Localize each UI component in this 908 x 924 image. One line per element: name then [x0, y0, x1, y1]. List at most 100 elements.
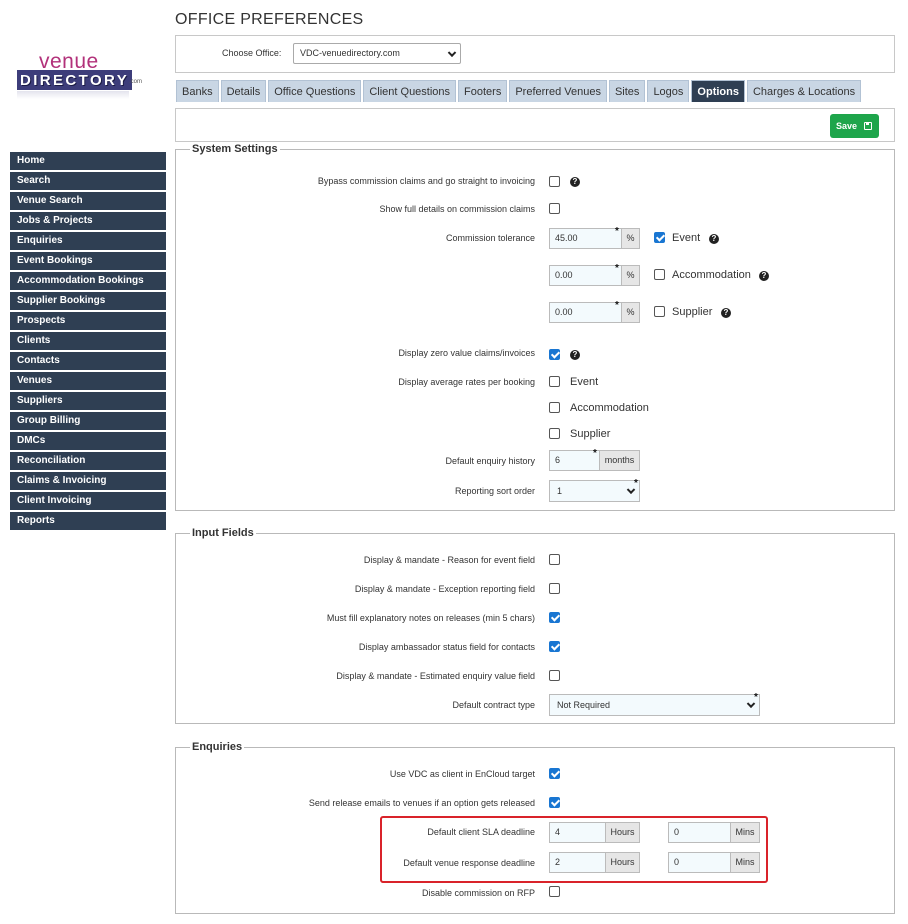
full-details-label: Show full details on commission claims — [379, 204, 535, 214]
sidebar-item-home[interactable]: Home — [10, 152, 166, 170]
sidebar-item-reports[interactable]: Reports — [10, 512, 166, 530]
supplier-tolerance-checkbox[interactable] — [654, 306, 665, 317]
tab-logos[interactable]: Logos — [647, 80, 690, 102]
event-tolerance-checkbox[interactable] — [654, 232, 665, 243]
disable-commission-rfp-label: Disable commission on RFP — [421, 888, 535, 898]
settings-tabs: Banks Details Office Questions Client Quest… — [176, 80, 863, 102]
estimated-enquiry-value-checkbox[interactable] — [549, 670, 560, 681]
release-emails-label: Send release emails to venues if an opti… — [308, 798, 535, 808]
event-tolerance-input[interactable]: 45.00 — [549, 228, 622, 249]
avg-rates-supplier-checkbox[interactable] — [549, 428, 560, 439]
avg-rates-accommodation-checkbox[interactable] — [549, 402, 560, 413]
exception-reporting-label: Display & mandate - Exception reporting … — [354, 584, 535, 594]
percent-addon: % — [621, 228, 640, 249]
sidebar-item-supplier-bookings[interactable]: Supplier Bookings — [10, 292, 166, 310]
chevron-down-icon — [447, 48, 457, 57]
required-star: * — [615, 226, 619, 237]
sidebar-item-accommodation-bookings[interactable]: Accommodation Bookings — [10, 272, 166, 290]
input-fields-section: Input Fields — [175, 527, 895, 724]
help-icon[interactable]: ? — [570, 177, 580, 187]
required-star: * — [754, 692, 758, 703]
event-tolerance-name: Event — [672, 232, 701, 244]
months-addon: months — [599, 450, 640, 471]
sidebar-item-enquiries[interactable]: Enquiries — [10, 232, 166, 250]
explanatory-notes-checkbox[interactable] — [549, 612, 560, 623]
full-details-checkbox[interactable] — [549, 203, 560, 214]
help-icon[interactable]: ? — [570, 350, 580, 360]
logo-directory-text: DIRECTORY — [17, 70, 133, 90]
sidebar-item-clients[interactable]: Clients — [10, 332, 166, 350]
zero-value-claims-checkbox[interactable] — [549, 349, 560, 360]
save-button-label: Save — [836, 121, 858, 131]
office-select-value: VDC-venuedirectory.com — [300, 48, 400, 58]
sidebar-item-group-billing[interactable]: Group Billing — [10, 412, 166, 430]
help-icon[interactable]: ? — [709, 234, 719, 244]
vdc-client-checkbox[interactable] — [549, 768, 560, 779]
sidebar-item-jobs-projects[interactable]: Jobs & Projects — [10, 212, 166, 230]
tab-options[interactable]: Options — [691, 80, 745, 102]
sidebar-nav: Home Search Venue Search Jobs & Projects Enq… — [10, 152, 166, 532]
sidebar-item-prospects[interactable]: Prospects — [10, 312, 166, 330]
required-star: * — [593, 448, 597, 459]
venue-directory-logo: venue DIRECTORY .com — [17, 50, 147, 106]
disable-commission-rfp-checkbox[interactable] — [549, 886, 560, 897]
enquiry-history-label: Default enquiry history — [445, 456, 535, 466]
release-emails-checkbox[interactable] — [549, 797, 560, 808]
save-button[interactable]: Save — [830, 114, 879, 138]
accommodation-tolerance-checkbox[interactable] — [654, 269, 665, 280]
tab-banks[interactable]: Banks — [176, 80, 219, 102]
reason-for-event-checkbox[interactable] — [549, 554, 560, 565]
tab-client-questions[interactable]: Client Questions — [363, 80, 457, 102]
tab-office-questions[interactable]: Office Questions — [268, 80, 362, 102]
vdc-client-label: Use VDC as client in EnCloud target — [389, 769, 535, 779]
sidebar-item-reconciliation[interactable]: Reconciliation — [10, 452, 166, 470]
supplier-tolerance-name: Supplier — [672, 306, 713, 318]
input-fields-legend: Input Fields — [192, 527, 254, 539]
required-star: * — [634, 478, 638, 489]
help-icon[interactable]: ? — [759, 271, 769, 281]
default-contract-type-label: Default contract type — [452, 700, 535, 710]
explanatory-notes-label: Must fill explanatory notes on releases … — [326, 613, 535, 623]
required-star: * — [615, 300, 619, 311]
tab-charges-locations[interactable]: Charges & Locations — [746, 80, 862, 102]
sidebar-item-claims-invoicing[interactable]: Claims & Invoicing — [10, 472, 166, 490]
sidebar-item-client-invoicing[interactable]: Client Invoicing — [10, 492, 166, 510]
page-title: OFFICE PREFERENCES — [175, 11, 364, 28]
sidebar-item-venues[interactable]: Venues — [10, 372, 166, 390]
tab-details[interactable]: Details — [220, 80, 267, 102]
help-icon[interactable]: ? — [721, 308, 731, 318]
avg-rates-supplier-label: Supplier — [570, 428, 611, 440]
avg-rates-event-checkbox[interactable] — [549, 376, 560, 387]
accommodation-tolerance-input[interactable]: 0.00 — [549, 265, 622, 286]
percent-addon: % — [621, 302, 640, 323]
sidebar-item-search[interactable]: Search — [10, 172, 166, 190]
bypass-commission-checkbox[interactable] — [549, 176, 560, 187]
enquiries-legend: Enquiries — [192, 741, 243, 753]
sidebar-item-venue-search[interactable]: Venue Search — [10, 192, 166, 210]
percent-addon: % — [621, 265, 640, 286]
commission-tolerance-label: Commission tolerance — [445, 233, 535, 243]
reporting-sort-order-select[interactable]: 1 — [549, 480, 640, 502]
reporting-sort-order-label: Reporting sort order — [454, 486, 535, 496]
reason-for-event-label: Display & mandate - Reason for event fie… — [363, 555, 535, 565]
tab-footers[interactable]: Footers — [458, 80, 508, 102]
office-select[interactable]: VDC-venuedirectory.com — [293, 43, 461, 64]
tab-sites[interactable]: Sites — [608, 80, 646, 102]
zero-value-claims-label: Display zero value claims/invoices — [398, 348, 535, 358]
sidebar-item-suppliers[interactable]: Suppliers — [10, 392, 166, 410]
sidebar-item-event-bookings[interactable]: Event Bookings — [10, 252, 166, 270]
required-star: * — [615, 263, 619, 274]
tab-preferred-venues[interactable]: Preferred Venues — [509, 80, 607, 102]
sort-order-value: 1 — [557, 486, 563, 496]
exception-reporting-checkbox[interactable] — [549, 583, 560, 594]
avg-rates-event-label: Event — [570, 376, 599, 388]
default-contract-type-select[interactable]: Not Required — [549, 694, 760, 716]
supplier-tolerance-input[interactable]: 0.00 — [549, 302, 622, 323]
sidebar-item-dmcs[interactable]: DMCs — [10, 432, 166, 450]
estimated-enquiry-value-label: Display & mandate - Estimated enquiry va… — [336, 671, 535, 681]
ambassador-status-checkbox[interactable] — [549, 641, 560, 652]
choose-office-label: Choose Office: — [222, 48, 282, 58]
sidebar-item-contacts[interactable]: Contacts — [10, 352, 166, 370]
accommodation-tolerance-name: Accommodation — [672, 269, 751, 281]
floppy-disk-icon — [864, 122, 872, 130]
